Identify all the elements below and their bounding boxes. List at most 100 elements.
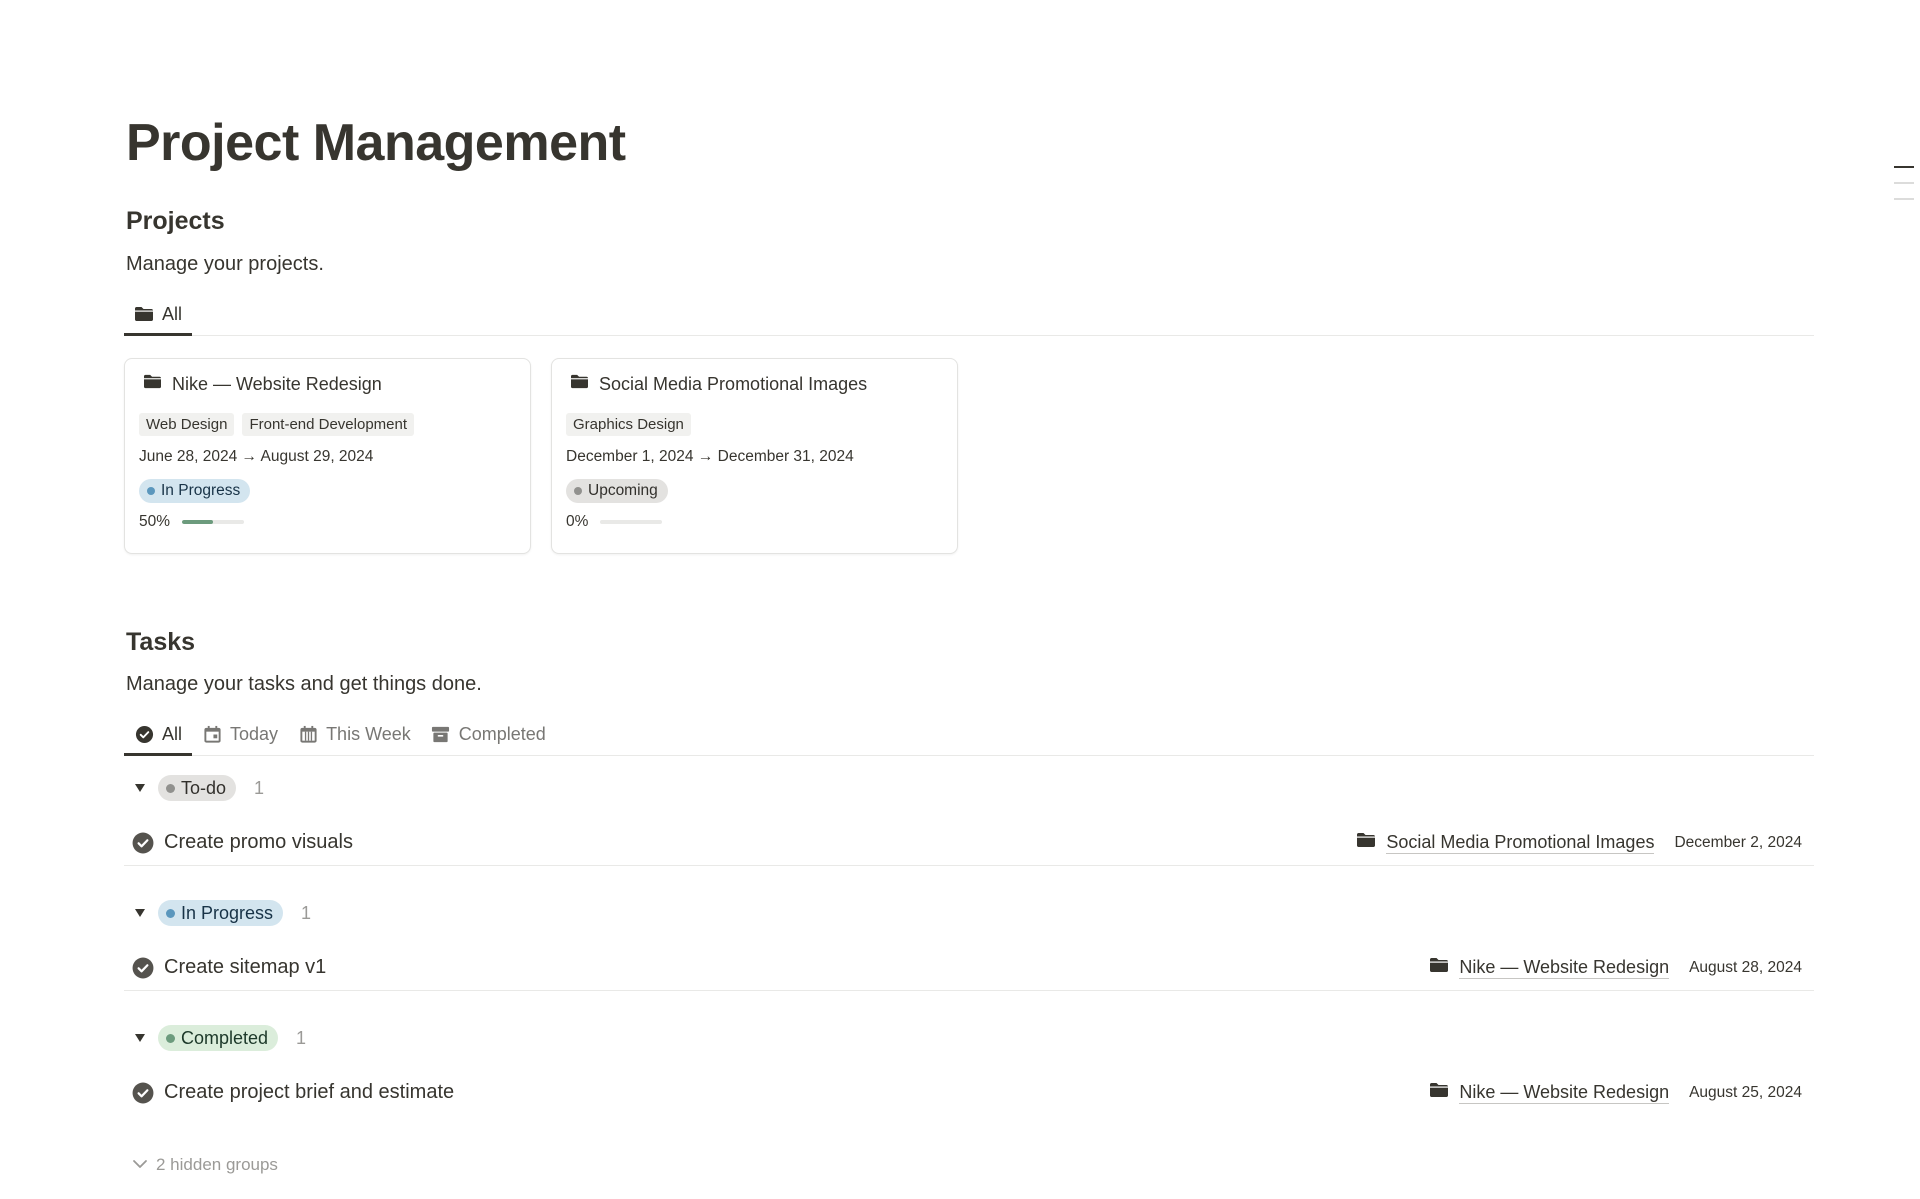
tasks-tab-label: Completed	[458, 723, 546, 744]
table-row[interactable]: Create sitemap v1 Nike — Website Redesig…	[124, 945, 1814, 991]
progress-label: 0%	[566, 513, 589, 530]
task-name: Create project brief and estimate	[164, 1081, 455, 1103]
project-card-title-text: Nike — Website Redesign	[172, 373, 382, 394]
progress-bar-fill	[182, 520, 214, 524]
projects-heading: Projects	[126, 207, 225, 235]
tasks-description: Manage your tasks and get things done.	[126, 673, 482, 695]
hidden-groups-toggle[interactable]: 2 hidden groups	[132, 1155, 278, 1175]
task-meta: Nike — Website Redesign August 28, 2024	[1429, 956, 1802, 979]
toggle-triangle-icon[interactable]	[132, 905, 148, 921]
task-name: Create promo visuals	[164, 831, 353, 853]
project-card-tags: Graphics Design	[566, 413, 691, 436]
folder-icon	[1429, 956, 1449, 979]
tasks-tab-today[interactable]: Today	[192, 714, 288, 754]
folder-icon	[570, 373, 589, 395]
task-name: Create sitemap v1	[164, 956, 327, 978]
status-dot	[574, 487, 582, 495]
folder-icon	[134, 304, 154, 324]
group-header-in-progress: In Progress 1	[132, 900, 311, 926]
tasks-heading: Tasks	[126, 628, 196, 656]
folder-icon	[143, 373, 162, 395]
project-card-status: Upcoming	[566, 479, 668, 503]
task-project-link[interactable]: Nike — Website Redesign	[1429, 956, 1670, 979]
task-project-link[interactable]: Nike — Website Redesign	[1429, 1081, 1670, 1104]
folder-icon	[1429, 1081, 1449, 1104]
hidden-groups-label: 2 hidden groups	[156, 1155, 278, 1174]
projects-view-tabs: All	[124, 294, 1814, 336]
project-card-title-text: Social Media Promotional Images	[599, 373, 868, 394]
status-label: In Progress	[161, 482, 241, 499]
task-meta: Social Media Promotional Images December…	[1356, 831, 1802, 854]
project-card-progress: 0%	[566, 513, 663, 531]
task-project-label: Nike — Website Redesign	[1459, 1082, 1670, 1104]
calendar-icon	[202, 724, 222, 744]
status-badge: Upcoming	[566, 479, 668, 503]
status-badge: To-do	[158, 775, 237, 801]
check-circle-icon[interactable]	[132, 1082, 154, 1104]
group-count: 1	[254, 777, 265, 798]
toggle-triangle-icon[interactable]	[132, 780, 148, 796]
group-header-todo: To-do 1	[132, 775, 264, 801]
calendar-week-icon	[298, 724, 318, 744]
tasks-tab-label: All	[162, 723, 183, 744]
toc-line	[1894, 182, 1914, 184]
group-label: To-do	[181, 778, 227, 798]
status-dot	[166, 1033, 175, 1043]
table-of-contents-indicator[interactable]	[1894, 166, 1914, 200]
task-meta: Nike — Website Redesign August 25, 2024	[1429, 1081, 1802, 1104]
tag: Graphics Design	[566, 413, 691, 436]
project-card-tags: Web Design Front-end Development	[139, 413, 415, 436]
group-label: In Progress	[181, 903, 274, 923]
task-date: August 28, 2024	[1689, 958, 1802, 976]
table-row[interactable]: Create promo visuals Social Media Promot…	[124, 820, 1814, 866]
tasks-tab-all[interactable]: All	[124, 714, 193, 756]
projects-tab-all-label: All	[162, 303, 183, 324]
toc-line	[1894, 198, 1914, 200]
project-card-status: In Progress	[139, 479, 251, 503]
status-label: Upcoming	[588, 482, 658, 499]
project-card-dates: December 1, 2024 → December 31, 2024	[566, 448, 854, 465]
tag: Front-end Development	[242, 413, 415, 436]
task-project-label: Social Media Promotional Images	[1386, 832, 1655, 854]
check-circle-icon[interactable]	[132, 957, 154, 979]
status-dot	[166, 908, 175, 918]
tasks-tab-this-week[interactable]: This Week	[288, 714, 421, 754]
table-row[interactable]: Create project brief and estimate Nike —…	[124, 1070, 1814, 1116]
task-project-link[interactable]: Social Media Promotional Images	[1356, 831, 1655, 854]
tasks-tab-completed[interactable]: Completed	[421, 714, 556, 754]
check-circle-icon	[134, 724, 154, 744]
task-date: December 2, 2024	[1674, 833, 1802, 851]
toc-line	[1894, 166, 1914, 168]
projects-description: Manage your projects.	[126, 253, 324, 275]
progress-bar	[182, 520, 245, 524]
project-gallery: Nike — Website Redesign Web Design Front…	[124, 358, 958, 554]
group-header-completed: Completed 1	[132, 1025, 306, 1051]
progress-bar	[600, 520, 663, 524]
status-dot	[147, 487, 155, 495]
project-card-title: Nike — Website Redesign	[143, 373, 382, 395]
page-title: Project Management	[126, 114, 626, 172]
tasks-tab-label: This Week	[326, 723, 411, 744]
projects-tab-all[interactable]: All	[124, 294, 193, 336]
project-card[interactable]: Social Media Promotional Images Graphics…	[551, 358, 958, 554]
status-dot	[166, 783, 175, 793]
task-date: August 25, 2024	[1689, 1083, 1802, 1101]
progress-label: 50%	[139, 513, 171, 530]
group-label: Completed	[181, 1028, 269, 1048]
task-project-label: Nike — Website Redesign	[1459, 957, 1670, 979]
folder-icon	[1356, 831, 1376, 854]
chevron-down-icon	[132, 1155, 148, 1175]
status-badge: In Progress	[139, 479, 251, 503]
tasks-tab-label: Today	[230, 723, 279, 744]
status-badge: Completed	[158, 1025, 279, 1051]
project-card-title: Social Media Promotional Images	[570, 373, 867, 395]
project-card[interactable]: Nike — Website Redesign Web Design Front…	[124, 358, 531, 554]
group-count: 1	[296, 1027, 307, 1048]
group-count: 1	[301, 902, 312, 923]
project-card-dates: June 28, 2024 → August 29, 2024	[139, 448, 374, 465]
project-card-progress: 50%	[139, 513, 245, 531]
check-circle-icon[interactable]	[132, 832, 154, 854]
toggle-triangle-icon[interactable]	[132, 1030, 148, 1046]
status-badge: In Progress	[158, 900, 284, 926]
archive-icon	[431, 724, 451, 744]
